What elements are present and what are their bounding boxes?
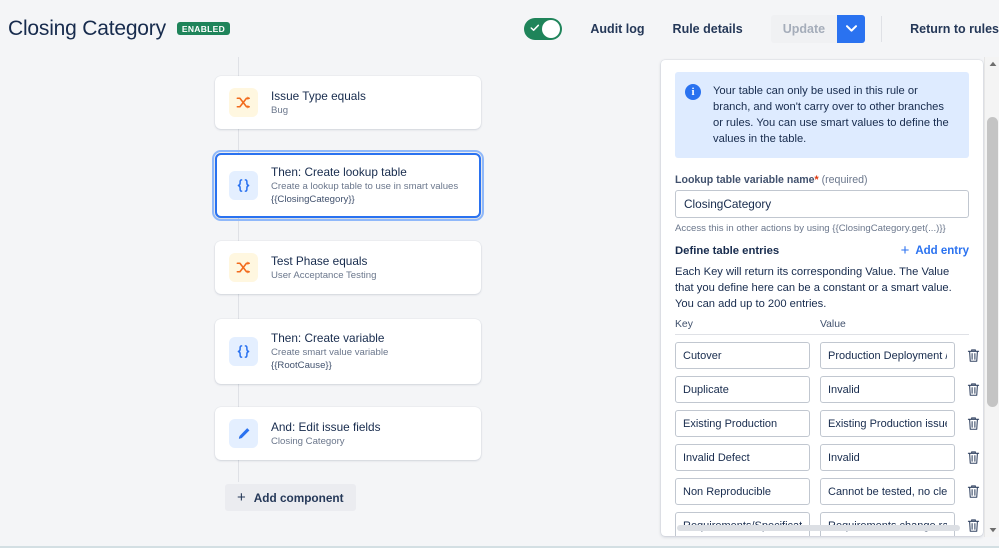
column-header-key: Key (675, 319, 693, 330)
table-row (675, 444, 979, 471)
node-title: Test Phase equals (271, 253, 368, 268)
node-subtitle: Closing Category (271, 435, 345, 447)
scroll-down-arrow-icon[interactable] (985, 523, 999, 537)
curly-braces-icon (229, 337, 258, 366)
shuffle-arrows-icon (229, 253, 258, 282)
entry-key-input[interactable] (675, 444, 810, 471)
entry-value-input[interactable] (820, 512, 955, 536)
trash-icon[interactable] (965, 517, 981, 535)
entries-column-headers: Key Value (675, 319, 969, 335)
node-subtitle: Create smart value variable (271, 347, 389, 358)
node-text: Then: Create lookup table Create a looku… (271, 165, 458, 206)
entry-key-input[interactable] (675, 342, 810, 369)
scroll-up-arrow-icon[interactable] (985, 57, 999, 71)
scrollbar-thumb[interactable] (987, 117, 998, 407)
entry-value-input[interactable] (820, 342, 955, 369)
pencil-icon (229, 419, 258, 448)
rule-chain-canvas: Issue Type equals Bug Then: Create looku… (0, 57, 645, 537)
add-component-button[interactable]: + Add component (225, 484, 356, 511)
node-title: And: Edit issue fields (271, 419, 381, 434)
rule-enabled-toggle[interactable] (524, 17, 563, 40)
info-icon: i (685, 84, 701, 100)
entry-key-input[interactable] (675, 478, 810, 505)
node-title: Then: Create lookup table (271, 165, 407, 179)
variable-name-label: Lookup table variable name* (required) (675, 174, 969, 186)
return-to-rules-link[interactable]: Return to rules (910, 22, 999, 36)
chevron-down-icon (845, 25, 857, 32)
entry-value-input[interactable] (820, 410, 955, 437)
table-row (675, 342, 979, 369)
rule-node-issue-type-equals[interactable]: Issue Type equals Bug (215, 76, 481, 129)
entry-key-input[interactable] (675, 410, 810, 437)
define-table-entries-title: Define table entries (675, 244, 780, 257)
table-row (675, 376, 979, 403)
check-icon (530, 24, 540, 31)
table-row (675, 512, 979, 536)
trash-icon[interactable] (965, 415, 981, 433)
plus-icon: + (237, 489, 246, 506)
node-subtitle: User Acceptance Testing (271, 269, 377, 281)
rule-node-create-lookup-table[interactable]: Then: Create lookup table Create a looku… (212, 150, 484, 221)
update-button-group: Update (770, 14, 866, 43)
page-vertical-scrollbar[interactable] (984, 57, 999, 537)
entry-value-input[interactable] (820, 444, 955, 471)
entries-header: Define table entries + Add entry (675, 243, 969, 258)
page-title: Closing Category (8, 16, 166, 40)
entries-description: Each Key will return its corresponding V… (675, 266, 952, 310)
entry-value-input[interactable] (820, 376, 955, 403)
trash-icon[interactable] (965, 449, 981, 467)
audit-log-link[interactable]: Audit log (590, 22, 644, 36)
access-helper-text: Access this in other actions by using {{… (675, 223, 946, 234)
update-dropdown-button[interactable] (837, 14, 866, 43)
required-note: (required) (821, 174, 868, 186)
plus-icon: + (900, 242, 910, 259)
required-star: * (814, 174, 819, 186)
info-banner: i Your table can only be used in this ru… (675, 72, 969, 158)
trash-icon[interactable] (965, 483, 981, 501)
add-component-label: Add component (253, 490, 344, 505)
add-entry-button[interactable]: + Add entry (901, 243, 969, 258)
trash-icon[interactable] (965, 347, 981, 365)
node-smart-value: {{RootCause}} (271, 360, 332, 371)
automation-rule-editor-page: Closing Category ENABLED Audit log Rule … (0, 0, 999, 548)
info-banner-text: Your table can only be used in this rule… (713, 85, 949, 145)
column-header-value: Value (820, 319, 846, 330)
entry-value-input[interactable] (820, 478, 955, 505)
lookup-table-variable-name-input[interactable] (675, 190, 969, 218)
toggle-knob (542, 19, 561, 38)
panel-content: i Your table can only be used in this ru… (661, 60, 983, 536)
variable-name-label-text: Lookup table variable name (675, 174, 815, 186)
entry-key-input[interactable] (675, 512, 810, 536)
node-text: Test Phase equals User Acceptance Testin… (271, 254, 376, 282)
curly-braces-icon (229, 171, 258, 200)
panel-horizontal-scrollbar[interactable] (677, 525, 960, 531)
header-actions: Audit log Rule details Update Return to … (524, 0, 999, 57)
add-entry-label: Add entry (915, 244, 969, 257)
node-text: And: Edit issue fields Closing Category (271, 420, 381, 448)
page-header: Closing Category ENABLED Audit log Rule … (0, 0, 999, 57)
node-smart-value: {{ClosingCategory}} (271, 194, 355, 205)
header-divider (881, 15, 883, 42)
table-row (675, 410, 979, 437)
node-text: Then: Create variable Create smart value… (271, 331, 388, 372)
rule-node-create-variable[interactable]: Then: Create variable Create smart value… (215, 319, 481, 384)
node-text: Issue Type equals Bug (271, 89, 366, 117)
shuffle-arrows-icon (229, 88, 258, 117)
update-button[interactable]: Update (770, 14, 838, 43)
node-subtitle: Create a lookup table to use in smart va… (271, 181, 459, 192)
status-badge: ENABLED (176, 21, 231, 36)
rule-node-test-phase-equals[interactable]: Test Phase equals User Acceptance Testin… (215, 241, 481, 294)
rule-node-edit-issue-fields[interactable]: And: Edit issue fields Closing Category (215, 407, 481, 460)
rule-details-link[interactable]: Rule details (673, 22, 743, 36)
node-subtitle: Bug (271, 104, 289, 116)
node-title: Issue Type equals (271, 88, 366, 103)
trash-icon[interactable] (965, 381, 981, 399)
table-row (675, 478, 979, 505)
lookup-table-config-panel: i Your table can only be used in this ru… (661, 60, 983, 536)
entry-key-input[interactable] (675, 376, 810, 403)
node-title: Then: Create variable (271, 331, 385, 345)
